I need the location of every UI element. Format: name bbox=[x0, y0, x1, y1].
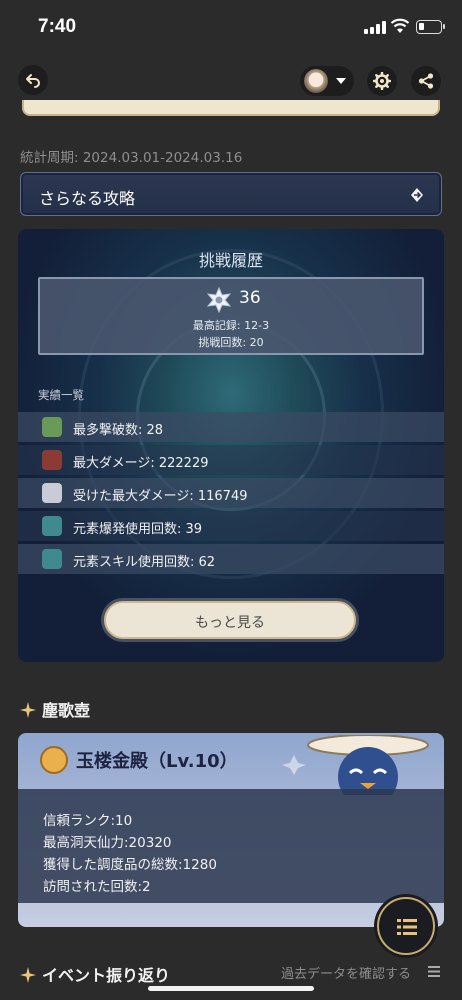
challenge-summary: 36 最高記録: 12-3 挑戦回数: 20 bbox=[38, 277, 424, 355]
gear-icon bbox=[373, 72, 391, 90]
home-indicator[interactable] bbox=[148, 986, 314, 991]
best-record: 最高記録: 12-3 bbox=[192, 319, 270, 332]
challenge-history-card: 挑戦履歴 36 最高記録: 12-3 挑戦回数: 20 実績一覧 最多撃破数: … bbox=[18, 229, 444, 662]
achievement-row: 元素スキル使用回数: 62 bbox=[18, 544, 444, 574]
events-section-title: イベント振り返り bbox=[42, 966, 171, 985]
spark-icon bbox=[20, 702, 36, 718]
character-avatar-icon bbox=[42, 483, 62, 503]
share-button[interactable] bbox=[411, 66, 441, 96]
see-more-label: もっと見る bbox=[195, 615, 265, 631]
teapot-section-title: 塵歌壺 bbox=[42, 701, 91, 720]
events-section-heading: イベント振り返り bbox=[20, 962, 170, 986]
avatar bbox=[304, 69, 328, 93]
achievement-label: 最多撃破数: 28 bbox=[73, 423, 164, 438]
back-button[interactable] bbox=[18, 65, 48, 95]
battery-icon bbox=[416, 20, 445, 34]
character-avatar-icon bbox=[42, 516, 62, 536]
achievement-row: 元素爆発使用回数: 39 bbox=[18, 511, 444, 541]
attempt-count: 挑戦回数: 20 bbox=[198, 336, 264, 349]
more-strategy-label: さらなる攻略 bbox=[39, 189, 136, 208]
share-icon bbox=[418, 73, 434, 89]
character-avatar-icon bbox=[42, 450, 62, 470]
teapot-section-heading: 塵歌壺 bbox=[20, 697, 90, 721]
achievement-label: 元素スキル使用回数: 62 bbox=[73, 555, 216, 570]
achievement-row: 最多撃破数: 28 bbox=[18, 412, 444, 442]
account-switcher[interactable] bbox=[300, 66, 354, 96]
diamond-arrow-icon bbox=[411, 188, 423, 202]
teapot-badge-icon bbox=[40, 746, 68, 774]
visit-count: 訪問された回数:2 bbox=[43, 879, 151, 895]
chevron-down-icon bbox=[336, 78, 346, 84]
character-avatar-icon bbox=[42, 417, 62, 437]
furnishing-count: 獲得した調度品の総数:1280 bbox=[43, 857, 217, 873]
see-more-button[interactable]: もっと見る bbox=[104, 601, 356, 639]
mascot-illustration bbox=[282, 735, 429, 795]
teapot-title: 玉楼金殿（Lv.10） bbox=[76, 751, 238, 772]
teapot-header: 玉楼金殿（Lv.10） bbox=[18, 733, 444, 795]
list-icon[interactable] bbox=[428, 966, 440, 977]
spark-icon bbox=[20, 967, 36, 983]
challenge-title: 挑戦履歴 bbox=[198, 251, 263, 270]
achievement-row: 受けた最大ダメージ: 116749 bbox=[18, 478, 444, 508]
achievement-label: 受けた最大ダメージ: 116749 bbox=[73, 489, 248, 504]
signal-icon bbox=[364, 21, 386, 34]
teapot-card[interactable]: 玉楼金殿（Lv.10） 信頼ランク:10 最高洞天仙力:20320 獲得した調度… bbox=[18, 733, 444, 927]
character-avatar-icon bbox=[42, 549, 62, 569]
achievement-label: 元素爆発使用回数: 39 bbox=[73, 522, 203, 537]
previous-card-edge bbox=[22, 100, 440, 116]
achievements-title: 実績一覧 bbox=[38, 388, 84, 402]
achievement-label: 最大ダメージ: 222229 bbox=[73, 456, 209, 471]
star-icon bbox=[206, 287, 232, 313]
adeptal-energy: 最高洞天仙力:20320 bbox=[43, 835, 172, 851]
past-data-link[interactable]: 過去データを確認する bbox=[281, 963, 411, 982]
back-arrow-icon bbox=[26, 74, 40, 88]
star-count: 36 bbox=[239, 288, 261, 308]
status-bar: 7:40 bbox=[0, 0, 462, 56]
menu-lines-icon bbox=[397, 919, 417, 935]
teapot-stats: 信頼ランク:10 最高洞天仙力:20320 獲得した調度品の総数:1280 訪問… bbox=[18, 789, 444, 903]
more-strategy-button[interactable]: さらなる攻略 bbox=[20, 172, 442, 216]
wifi-icon bbox=[390, 18, 410, 33]
status-time: 7:40 bbox=[38, 16, 77, 37]
trust-rank: 信頼ランク:10 bbox=[43, 813, 133, 829]
achievement-row: 最大ダメージ: 222229 bbox=[18, 445, 444, 475]
settings-button[interactable] bbox=[367, 66, 397, 96]
menu-fab-button[interactable] bbox=[377, 897, 435, 955]
statistics-period: 統計周期: 2024.03.01-2024.03.16 bbox=[20, 150, 243, 166]
